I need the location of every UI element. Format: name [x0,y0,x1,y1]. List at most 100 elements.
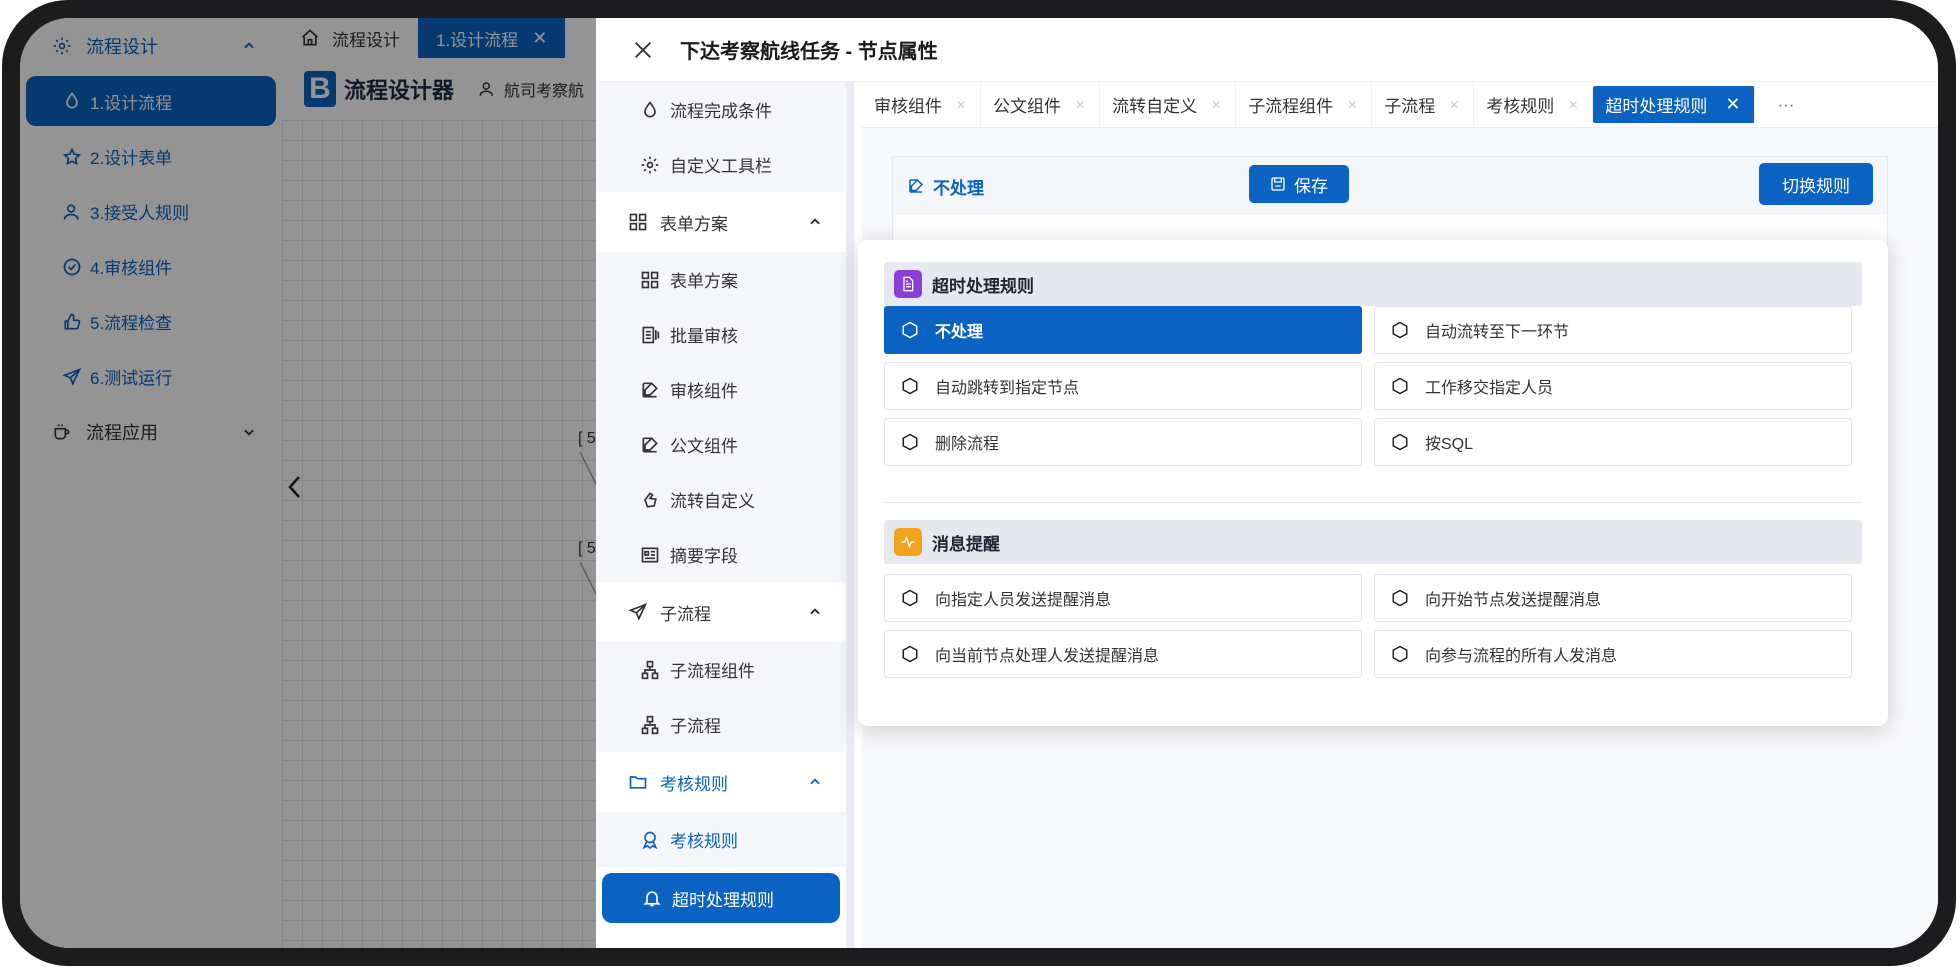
close-icon[interactable]: ✕ [1211,98,1221,112]
tab-subprocess-component[interactable]: 子流程组件 ✕ [1236,82,1373,127]
option-label: 向当前节点处理人发送提醒消息 [935,648,1160,665]
hexagon-icon [902,645,918,663]
hexagon-icon [1392,433,1408,451]
grid-icon [641,271,659,288]
menu-item-label: 摘要字段 [670,547,738,566]
close-icon[interactable]: ✕ [1449,98,1459,112]
edit-icon [642,436,658,452]
hexagon-icon [1392,377,1408,395]
option-label: 工作移交指定人员 [1425,380,1554,397]
rule-picker-popover: 超时处理规则 不处理 自动流转至下一环节 自动跳转到指定节点 工作移交指定人员 [858,240,1888,726]
hexagon-icon [1392,645,1408,663]
option-by-sql[interactable]: 按SQL [1374,418,1852,466]
option-label: 自动流转至下一环节 [1425,324,1570,341]
folder-icon [629,776,647,789]
tab-label: 超时处理规则 [1605,97,1708,116]
tab-label: 考核规则 [1486,97,1555,116]
option-label: 自动跳转到指定节点 [935,380,1080,397]
tab-timeout-rule[interactable]: 超时处理规则 ✕ [1593,86,1756,123]
option-auto-jump[interactable]: 自动跳转到指定节点 [884,362,1362,410]
close-icon[interactable]: ✕ [1075,98,1085,112]
bell-icon [643,891,661,907]
menu-group-form-scheme[interactable]: 表单方案 [596,192,846,252]
option-notify-start[interactable]: 向开始节点发送提醒消息 [1374,574,1852,622]
drop-icon [644,100,656,117]
option-auto-next[interactable]: 自动流转至下一环节 [1374,306,1852,354]
menu-item-form-scheme[interactable]: 表单方案 [596,252,846,307]
tab-label: 流转自定义 [1112,97,1198,116]
menu-item-timeout-rule[interactable]: 超时处理规则 [602,873,840,923]
hexagon-icon [902,433,918,451]
chevron-up-icon [810,608,820,615]
tree-icon [641,660,659,679]
menu-item-document-component[interactable]: 公文组件 [596,417,846,472]
device-frame: 流程设计 1.设计流程 2.设计表单 3.接受人规则 4.审核组件 5.流程检查… [2,0,1956,966]
menu-item-batch-review[interactable]: 批量审核 [596,307,846,362]
hexagon-icon [1392,321,1408,339]
menu-item-label: 流转自定义 [670,492,755,511]
hexagon-icon [1392,589,1408,607]
save-label: 保存 [1294,176,1328,196]
menu-group-assessment-rule[interactable]: 考核规则 [596,752,846,812]
option-no-process[interactable]: 不处理 [884,306,1362,354]
batch-icon [642,326,660,343]
close-icon[interactable] [632,39,654,61]
save-button[interactable]: 保存 [1249,165,1349,203]
drawer-menu: 流程完成条件 自定义工具栏 表单方案 表单方案 批量审核 审核组件 公文组件 流… [596,82,854,948]
menu-group-label: 表单方案 [660,214,728,234]
tab-more-button[interactable]: ··· [1761,82,1810,127]
option-label: 向指定人员发送提醒消息 [935,592,1112,609]
summary-icon [641,547,659,562]
drawer-title: 下达考察航线任务 - 节点属性 [680,41,938,63]
section-header-timeout: 超时处理规则 [884,262,1862,306]
hexagon-icon [902,589,918,607]
tree-icon [641,715,659,734]
tab-flow-custom[interactable]: 流转自定义 ✕ [1100,82,1237,127]
send-icon [628,602,648,621]
option-notify-all[interactable]: 向参与流程的所有人发消息 [1374,630,1852,678]
menu-item-completion-condition[interactable]: 流程完成条件 [596,82,846,137]
menu-item-label: 公文组件 [670,437,738,456]
property-tabs: 审核组件 ✕ 公文组件 ✕ 流转自定义 ✕ 子流程组件 ✕ 子流程 ✕ 考核规则 ✕ 超时处… [862,82,1938,128]
tab-label: 子流程组件 [1248,97,1334,116]
option-delete-process[interactable]: 删除流程 [884,418,1362,466]
menu-item-assessment-rule[interactable]: 考核规则 [596,812,846,867]
menu-item-subprocess-component[interactable]: 子流程组件 [596,642,846,697]
close-icon[interactable]: ✕ [1725,94,1740,115]
document-icon [894,270,922,298]
tab-label: 子流程 [1384,97,1436,116]
tab-assessment-rule[interactable]: 考核规则 ✕ [1474,82,1594,127]
section-title: 超时处理规则 [932,276,1034,296]
switch-rule-button[interactable]: 切换规则 [1759,163,1873,205]
section-title: 消息提醒 [932,534,1000,554]
close-icon[interactable]: ✕ [956,98,966,112]
option-label: 向开始节点发送提醒消息 [1425,592,1602,609]
tab-subprocess[interactable]: 子流程 ✕ [1372,82,1475,127]
menu-group-subprocess[interactable]: 子流程 [596,582,846,642]
menu-item-subprocess[interactable]: 子流程 [596,697,846,752]
close-icon[interactable]: ✕ [1568,98,1578,112]
menu-item-summary-field[interactable]: 摘要字段 [596,527,846,582]
save-icon [1271,177,1285,191]
drawer-header: 下达考察航线任务 - 节点属性 [596,18,1938,82]
option-notify-current[interactable]: 向当前节点处理人发送提醒消息 [884,630,1362,678]
gear-icon [641,156,659,173]
menu-item-label: 流程完成条件 [670,102,772,121]
menu-item-review-component[interactable]: 审核组件 [596,362,846,417]
menu-item-custom-toolbar[interactable]: 自定义工具栏 [596,137,846,192]
close-icon[interactable]: ✕ [1347,98,1357,112]
tab-review-component[interactable]: 审核组件 ✕ [862,82,982,127]
option-label: 不处理 [935,324,984,341]
edit-icon [909,178,924,193]
option-transfer[interactable]: 工作移交指定人员 [1374,362,1852,410]
menu-item-label: 表单方案 [670,272,738,291]
chevron-up-icon [810,778,820,785]
option-notify-specified[interactable]: 向指定人员发送提醒消息 [884,574,1362,622]
tab-document-component[interactable]: 公文组件 ✕ [981,82,1101,127]
menu-item-label: 超时处理规则 [672,890,774,910]
hexagon-icon [902,321,918,339]
rule-card-header: 不处理 保存 切换规则 [893,157,1887,215]
menu-group-label: 子流程 [660,604,711,624]
menu-item-flow-custom[interactable]: 流转自定义 [596,472,846,527]
option-label: 按SQL [1425,436,1474,453]
